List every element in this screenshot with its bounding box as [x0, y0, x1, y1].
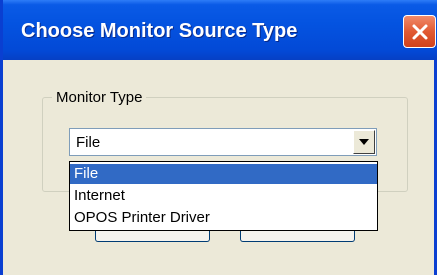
option-opos-printer-driver[interactable]: OPOS Printer Driver [70, 208, 377, 228]
close-icon [412, 24, 427, 39]
monitor-type-label: Monitor Type [52, 90, 147, 106]
window-title: Choose Monitor Source Type [21, 20, 298, 42]
ok-button[interactable] [95, 230, 210, 242]
combobox-selected-value: File [76, 134, 101, 151]
cancel-button[interactable] [240, 230, 355, 242]
title-bar[interactable]: Choose Monitor Source Type [3, 0, 437, 60]
monitor-type-dropdown-list: File Internet OPOS Printer Driver [69, 161, 378, 231]
combobox-dropdown-button[interactable] [353, 130, 375, 154]
monitor-type-combobox[interactable]: File [69, 128, 377, 156]
option-internet[interactable]: Internet [70, 186, 377, 206]
close-button[interactable] [403, 15, 436, 48]
chevron-down-icon [359, 139, 369, 145]
option-file[interactable]: File [70, 164, 377, 184]
